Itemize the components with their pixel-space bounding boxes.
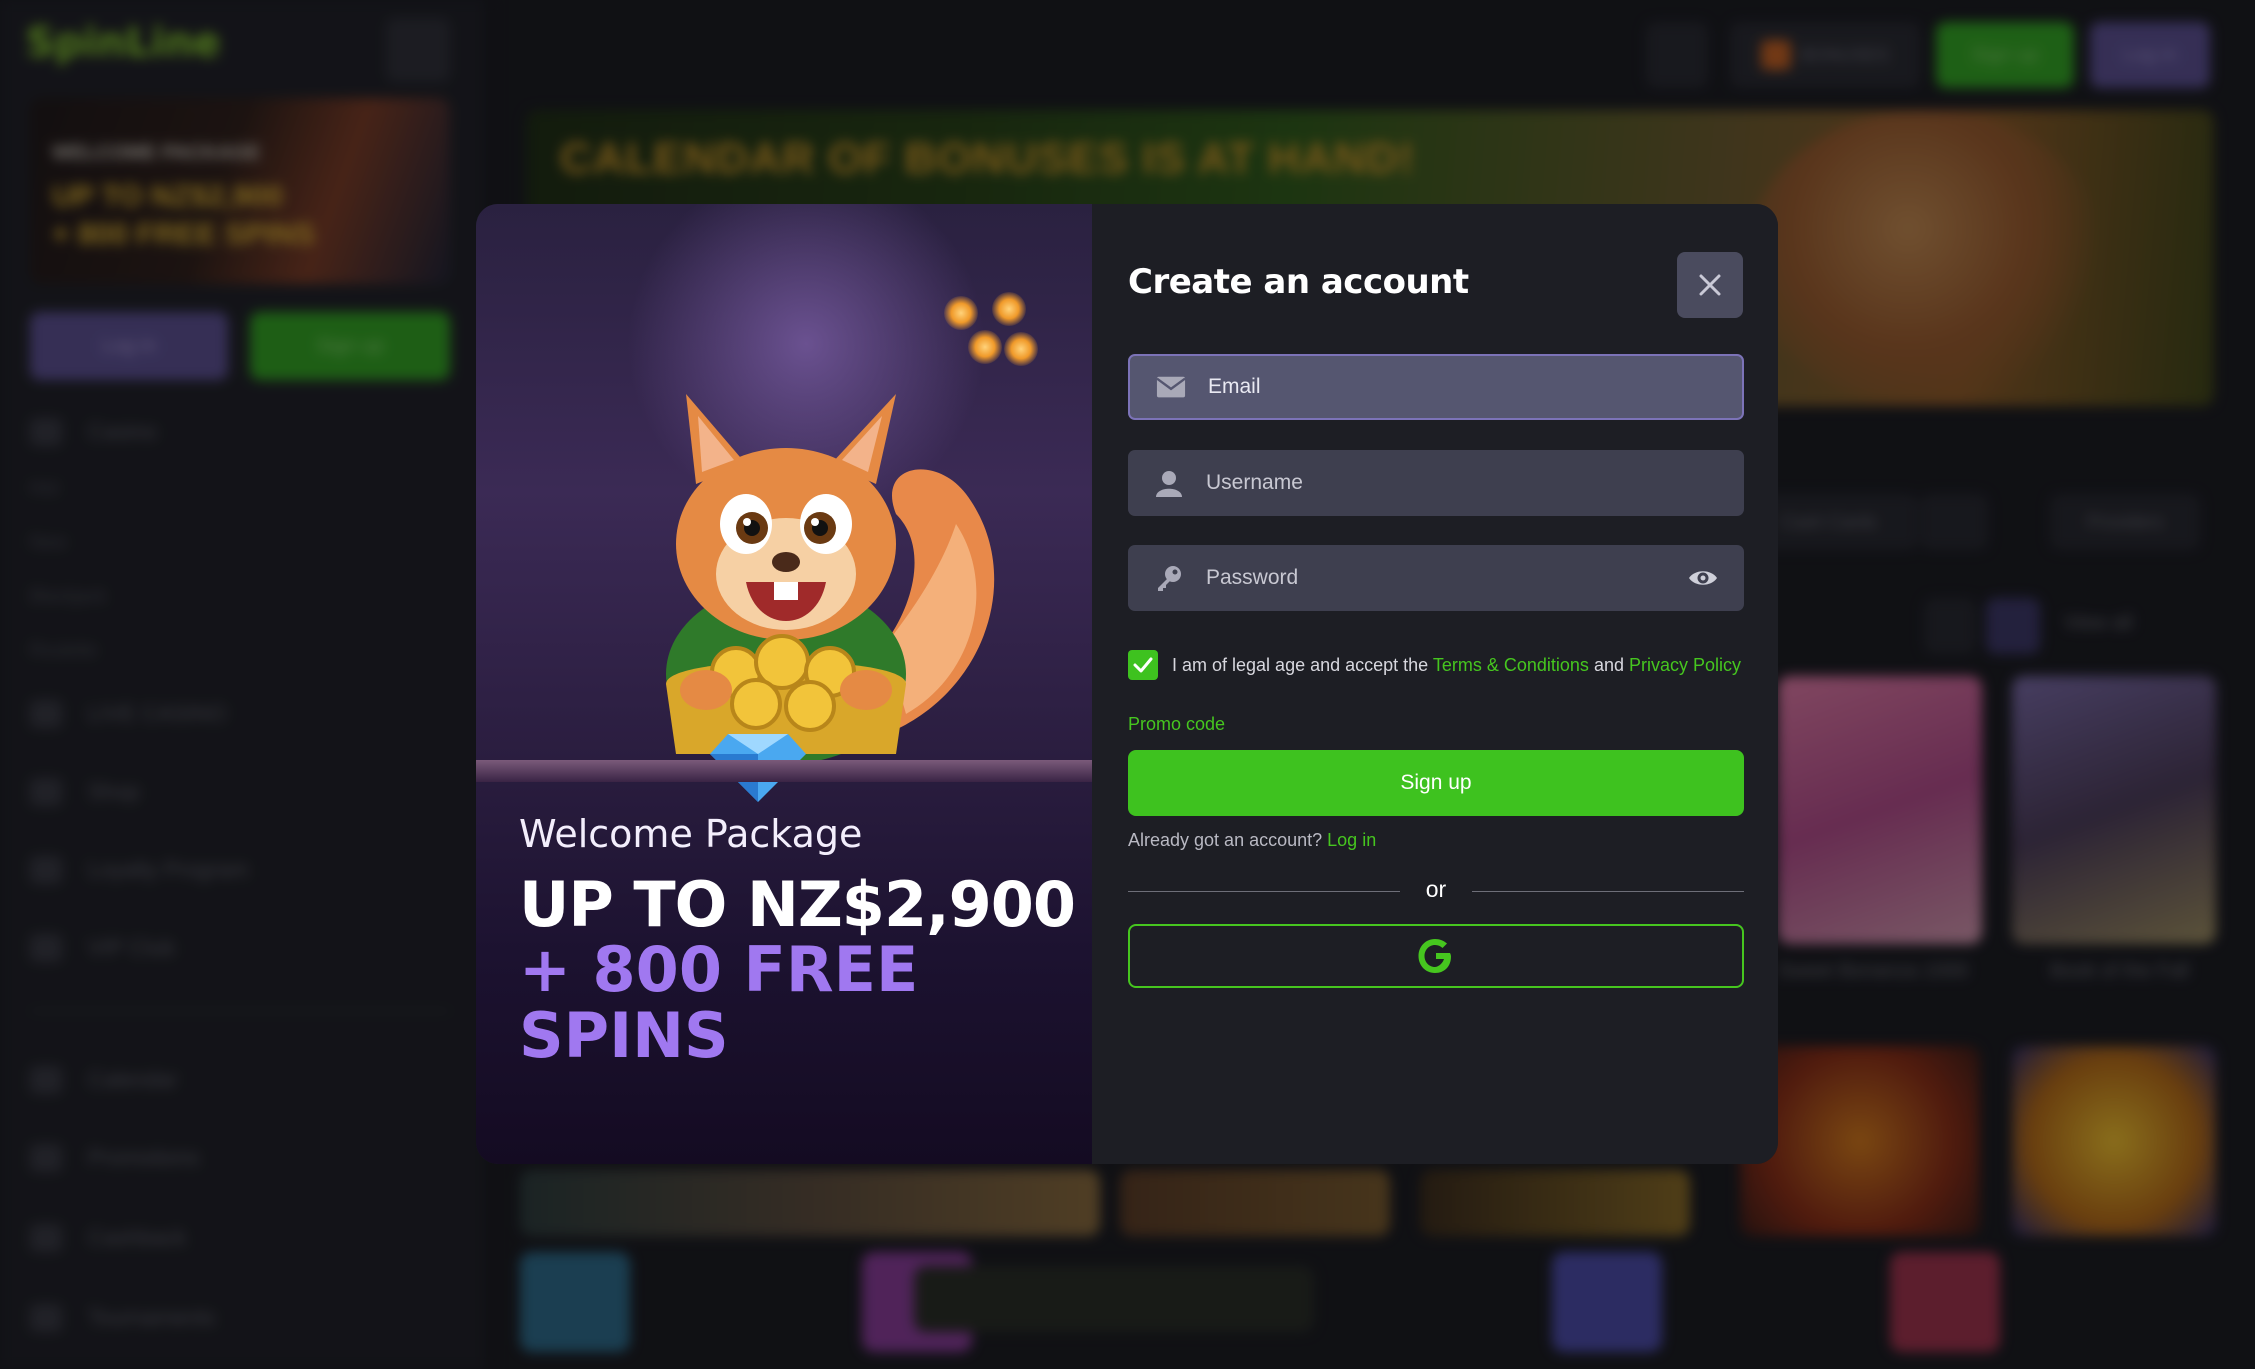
email-field[interactable]: [1128, 354, 1744, 420]
user-icon: [1154, 468, 1184, 498]
modal-title: Create an account: [1128, 262, 1469, 302]
terms-text: I am of legal age and accept the Terms &…: [1172, 654, 1742, 675]
key-icon: [1154, 563, 1184, 593]
welcome-bonus-amount: UP TO NZ$2,900: [519, 868, 1076, 941]
password-input[interactable]: [1206, 545, 1686, 611]
terms-conditions-link[interactable]: Terms & Conditions: [1433, 655, 1589, 675]
eye-icon[interactable]: [1686, 561, 1720, 595]
lamp-light: [944, 296, 978, 330]
table-edge: [476, 760, 1092, 782]
lamp-light: [1004, 332, 1038, 366]
welcome-free-spins: + 800 FREE SPINS: [519, 933, 919, 1072]
login-link[interactable]: Log in: [1327, 830, 1376, 850]
signup-button[interactable]: Sign up: [1128, 750, 1744, 816]
google-icon: [1418, 939, 1451, 973]
privacy-policy-link[interactable]: Privacy Policy: [1629, 655, 1741, 675]
email-input[interactable]: [1208, 356, 1688, 418]
envelope-icon: [1156, 372, 1186, 402]
google-signin-button[interactable]: [1128, 924, 1744, 988]
signup-form-panel: Create an account Email Username I am of…: [1092, 204, 1778, 1164]
promo-code-link[interactable]: Promo code: [1128, 714, 1225, 735]
or-divider: or: [1128, 876, 1744, 906]
username-field[interactable]: [1128, 450, 1744, 516]
close-icon: [1699, 274, 1721, 296]
username-input[interactable]: [1206, 450, 1686, 516]
password-field[interactable]: [1128, 545, 1744, 611]
welcome-package-label: Welcome Package: [519, 812, 863, 856]
terms-checkbox[interactable]: [1128, 650, 1158, 680]
checkmark-icon: [1133, 657, 1153, 673]
signup-modal: Welcome Package UP TO NZ$2,900 + 800 FRE…: [476, 204, 1778, 1164]
terms-row: I am of legal age and accept the Terms &…: [1128, 650, 1741, 680]
lamp-light: [992, 292, 1026, 326]
already-account-text: Already got an account? Log in: [1128, 830, 1377, 850]
or-label: or: [1425, 876, 1447, 902]
close-button[interactable]: [1677, 252, 1743, 318]
welcome-promo-panel: Welcome Package UP TO NZ$2,900 + 800 FRE…: [476, 204, 1092, 1164]
